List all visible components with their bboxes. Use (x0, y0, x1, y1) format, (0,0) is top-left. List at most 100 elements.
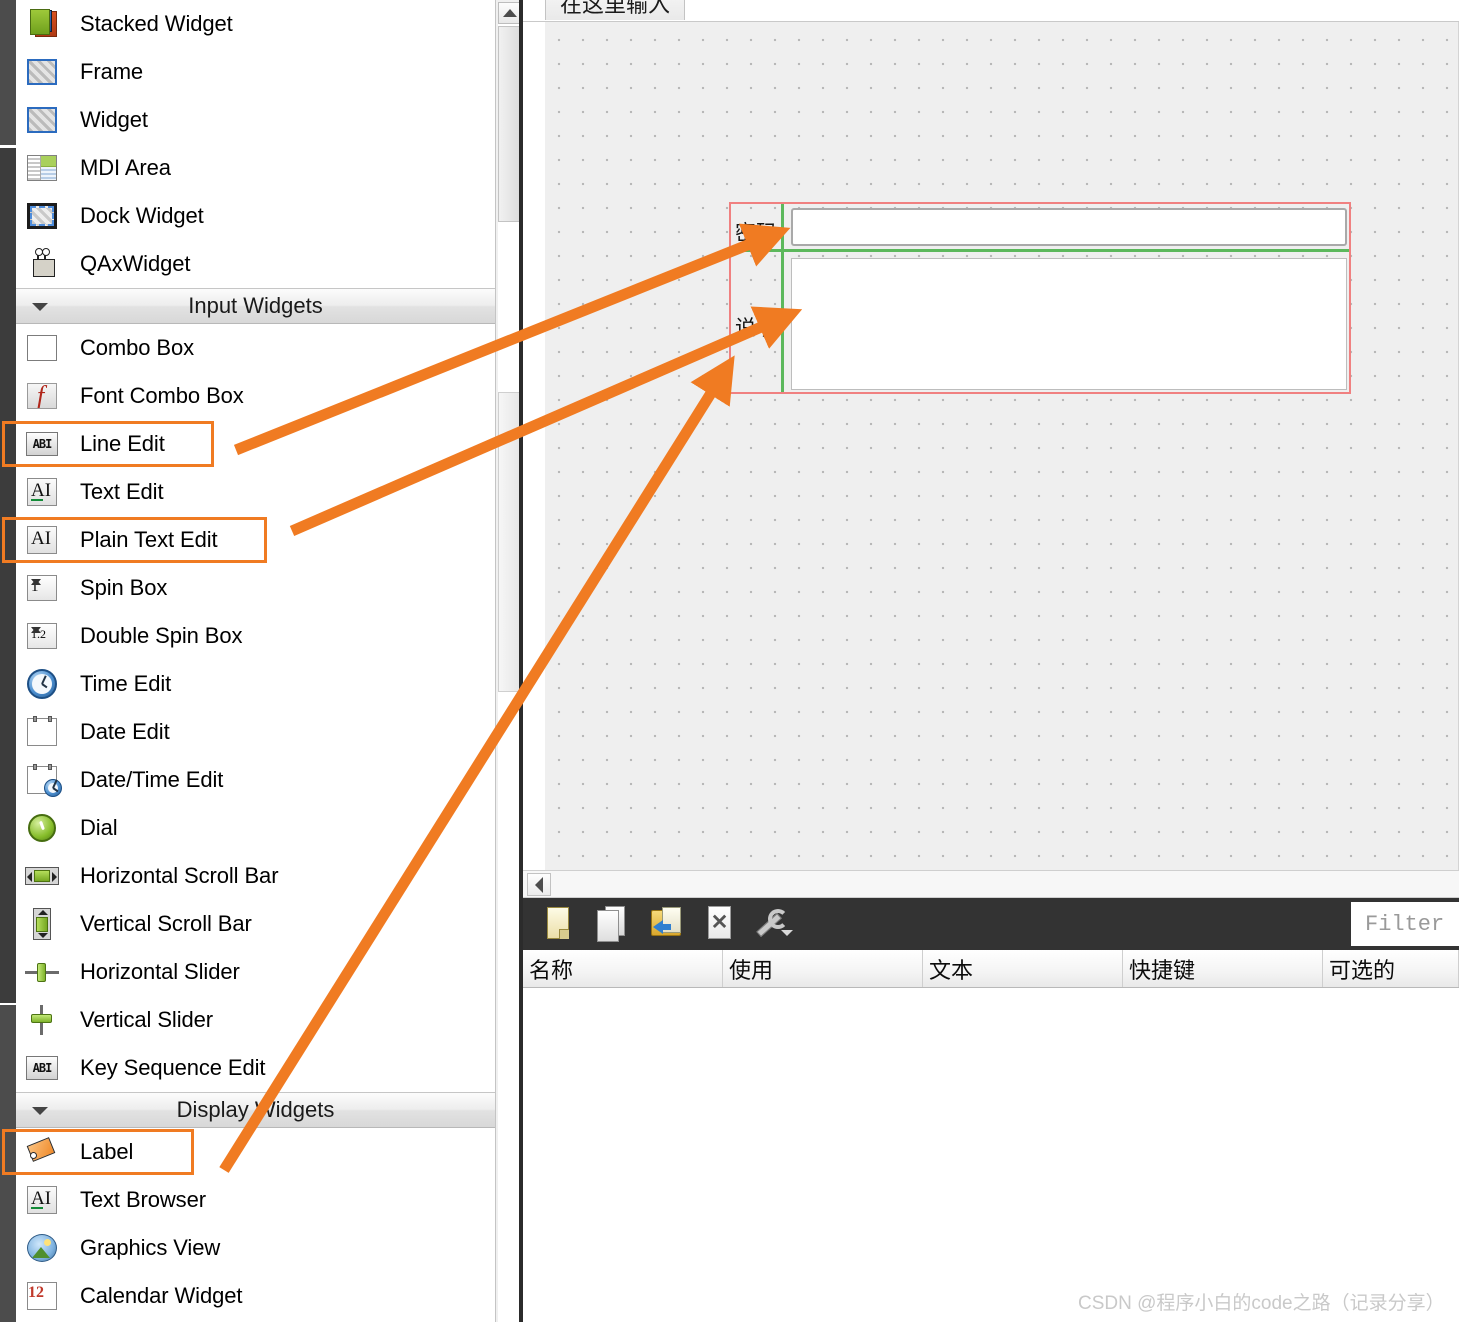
stacked-widget-icon (22, 7, 62, 41)
description-label[interactable]: 说明 (735, 312, 777, 342)
widget-item-line-edit[interactable]: ABI Line Edit (2, 420, 495, 468)
vertical-scroll-bar-icon (22, 907, 62, 941)
widget-item-label: Widget (80, 107, 148, 132)
action-column-header-1[interactable]: 使用 (723, 950, 923, 987)
widget-item-label: Vertical Slider (80, 1007, 214, 1032)
action-filter-input[interactable]: Filter (1351, 902, 1459, 946)
action-table-header[interactable]: 名称 使用 文本 快捷键 可选的 (523, 950, 1459, 988)
password-label[interactable]: 密码 (735, 217, 777, 247)
horizontal-scroll-bar-icon (22, 859, 62, 893)
widget-item-mdi-area[interactable]: MDI Area (16, 144, 495, 192)
widget-item-widget[interactable]: Widget (16, 96, 495, 144)
widget-item-label: Graphics View (80, 1235, 221, 1260)
tab-type-here[interactable]: 在这里输入 (545, 0, 685, 20)
form-row-guide (731, 249, 1349, 252)
configure-wrench-icon[interactable] (753, 903, 793, 945)
time-edit-icon (22, 667, 62, 701)
widget-item-label: Line Edit (80, 431, 165, 456)
action-column-header-2[interactable]: 文本 (923, 950, 1123, 987)
widget-item-label[interactable]: Label (2, 1128, 495, 1176)
widget-item-label: Date Edit (80, 719, 170, 744)
action-column-header-4[interactable]: 可选的 (1323, 950, 1459, 987)
copy-action-icon[interactable] (591, 903, 631, 945)
new-action-icon[interactable] (537, 903, 577, 945)
widget-item-vertical-slider[interactable]: Vertical Slider (16, 996, 495, 1044)
canvas-horizontal-scrollbar[interactable] (523, 870, 1459, 898)
action-filter-placeholder: Filter (1365, 911, 1445, 937)
widget-item-date-edit[interactable]: Date Edit (16, 708, 495, 756)
double-spin-box-icon: 1.2 (22, 619, 62, 653)
widget-item-dock-widget[interactable]: Dock Widget (16, 192, 495, 240)
widget-item-stacked-widget[interactable]: Stacked Widget (16, 0, 495, 48)
widget-item-graphics-view[interactable]: Graphics View (16, 1224, 495, 1272)
widget-item-font-combo-box[interactable]: Font Combo Box (16, 372, 495, 420)
widget-box-list[interactable]: Stacked Widget Frame Widget MDI Area Dock Wi… (2, 0, 495, 1322)
widget-item-calendar-widget[interactable]: 12 Calendar Widget (16, 1272, 495, 1320)
widget-item-qaxwidget[interactable]: QAxWidget (16, 240, 495, 288)
widget-item-label: Text Edit (80, 479, 164, 504)
widget-item-double-spin-box[interactable]: 1.2 Double Spin Box (16, 612, 495, 660)
line-edit-icon: ABI (22, 427, 62, 461)
widget-item-label: Dial (80, 815, 118, 840)
password-line-edit[interactable] (791, 208, 1347, 246)
watermark: CSDN @程序小白的code之路（记录分享） (1078, 1293, 1445, 1314)
key-sequence-edit-icon: ABI (22, 1051, 62, 1085)
chevron-down-icon (32, 1107, 48, 1115)
font-combo-box-icon (22, 379, 62, 413)
delete-action-icon[interactable]: ✕ (699, 903, 739, 945)
scroll-left-button[interactable] (527, 873, 551, 896)
tab-strip[interactable]: 在这里输入 (523, 0, 1459, 22)
widget-item-label: Dock Widget (80, 203, 204, 228)
qax-widget-icon (22, 247, 62, 281)
widget-box-panel[interactable]: Stacked Widget Frame Widget MDI Area Dock Wi… (0, 0, 523, 1322)
section-title: Display Widgets (176, 1097, 335, 1122)
widget-box-section-display-widgets[interactable]: Display Widgets (16, 1092, 495, 1128)
widget-item-horizontal-slider[interactable]: Horizontal Slider (16, 948, 495, 996)
widget-item-label: Vertical Scroll Bar (80, 911, 252, 936)
widget-item-spin-box[interactable]: 1 Spin Box (16, 564, 495, 612)
panel-left-edge-top (0, 0, 16, 145)
action-editor-toolbar[interactable]: ✕ Filter (523, 898, 1459, 950)
action-column-header-3[interactable]: 快捷键 (1123, 950, 1323, 987)
calendar-widget-icon: 12 (22, 1279, 62, 1313)
widget-item-label: Key Sequence Edit (80, 1055, 266, 1080)
canvas-gutter (523, 22, 545, 870)
widget-item-label: Date/Time Edit (80, 767, 224, 792)
open-save-action-icon[interactable] (645, 903, 685, 945)
action-column-header-0[interactable]: 名称 (523, 950, 723, 987)
widget-item-time-edit[interactable]: Time Edit (16, 660, 495, 708)
panel-left-edge-low (0, 1005, 16, 1322)
widget-item-key-sequence-edit[interactable]: ABI Key Sequence Edit (16, 1044, 495, 1092)
widget-item-text-browser[interactable]: AI Text Browser (16, 1176, 495, 1224)
widget-item-plain-text-edit[interactable]: AI Plain Text Edit (2, 516, 495, 564)
form-column-guide (781, 204, 784, 392)
chevron-down-icon (32, 303, 48, 311)
widget-item-text-edit[interactable]: AI Text Edit (16, 468, 495, 516)
text-edit-icon: AI (22, 475, 62, 509)
action-table-body[interactable] (523, 988, 1459, 1322)
widget-icon (22, 103, 62, 137)
label-icon (22, 1135, 62, 1169)
form-layout-selection[interactable]: 密码 说明 (729, 202, 1351, 394)
date-time-edit-icon (22, 763, 62, 797)
widget-box-section-input-widgets[interactable]: Input Widgets (16, 288, 495, 324)
spin-box-icon: 1 (22, 571, 62, 605)
widget-item-horizontal-scroll-bar[interactable]: Horizontal Scroll Bar (16, 852, 495, 900)
horizontal-slider-icon (22, 955, 62, 989)
widget-item-dial[interactable]: Dial (16, 804, 495, 852)
widget-item-combo-box[interactable]: Combo Box (16, 324, 495, 372)
widget-item-label: Calendar Widget (80, 1283, 243, 1308)
widget-item-label: Label (80, 1139, 134, 1164)
widget-item-label: Combo Box (80, 335, 195, 360)
text-browser-icon: AI (22, 1183, 62, 1217)
widget-item-label: Frame (80, 59, 144, 84)
form-canvas[interactable]: 密码 说明 (545, 22, 1459, 870)
date-edit-icon (22, 715, 62, 749)
widget-item-frame[interactable]: Frame (16, 48, 495, 96)
description-plain-text-edit[interactable] (791, 258, 1347, 390)
widget-item-label: Time Edit (80, 671, 172, 696)
widget-item-vertical-scroll-bar[interactable]: Vertical Scroll Bar (16, 900, 495, 948)
vertical-slider-icon (22, 1003, 62, 1037)
tab-type-here-label: 在这里输入 (559, 0, 670, 17)
widget-item-date-time-edit[interactable]: Date/Time Edit (16, 756, 495, 804)
